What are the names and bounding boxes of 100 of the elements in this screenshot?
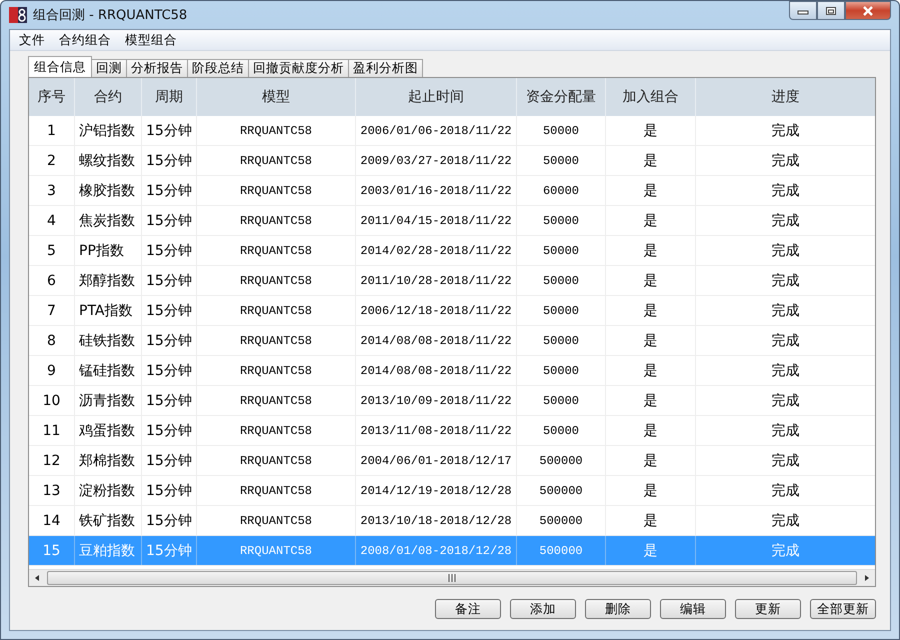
maximize-button[interactable] xyxy=(817,1,845,20)
tab[interactable]: 回撤贡献度分析 xyxy=(248,59,349,77)
table-row[interactable]: 8 硅铁指数 15分钟 RRQUANTC58 2014/08/08-2018/11/22 50000 是 完成 xyxy=(29,326,875,356)
column-header[interactable]: 合约 xyxy=(75,78,142,116)
table-cell: 50000 xyxy=(517,296,606,325)
column-header[interactable]: 资金分配量 xyxy=(517,78,606,116)
table-cell: 15分钟 xyxy=(142,296,197,325)
horizontal-scrollbar[interactable] xyxy=(29,569,875,586)
table-cell: 是 xyxy=(606,326,696,355)
table-cell: 铁矿指数 xyxy=(75,506,142,535)
table-cell: 15分钟 xyxy=(142,326,197,355)
table-cell: RRQUANTC58 xyxy=(197,146,356,175)
table-cell: 15分钟 xyxy=(142,446,197,475)
table-cell: 2003/01/16-2018/11/22 xyxy=(356,176,517,205)
table-cell: 完成 xyxy=(696,206,875,235)
table-row[interactable]: 1 沪铝指数 15分钟 RRQUANTC58 2006/01/06-2018/11/22 50000 是 完成 xyxy=(29,116,875,146)
table-cell: 15分钟 xyxy=(142,116,197,145)
table-cell: 2004/06/01-2018/12/17 xyxy=(356,446,517,475)
table-row[interactable]: 5 PP指数 15分钟 RRQUANTC58 2014/02/28-2018/11/22 50000 是 完成 xyxy=(29,236,875,266)
table-cell: 2006/12/18-2018/11/22 xyxy=(356,296,517,325)
table-cell: 是 xyxy=(606,416,696,445)
column-header[interactable]: 起止时间 xyxy=(356,78,517,116)
table-row[interactable]: 7 PTA指数 15分钟 RRQUANTC58 2006/12/18-2018/11/22 50000 是 完成 xyxy=(29,296,875,326)
table-cell: 豆粕指数 xyxy=(75,536,142,565)
table-row[interactable]: 12 郑棉指数 15分钟 RRQUANTC58 2004/06/01-2018/12/17 500000 是 完成 xyxy=(29,446,875,476)
scrollbar-thumb[interactable] xyxy=(47,571,857,585)
table-cell: 是 xyxy=(606,476,696,505)
tab[interactable]: 阶段总结 xyxy=(187,59,249,77)
column-header[interactable]: 周期 xyxy=(142,78,197,116)
grip-icon xyxy=(447,574,457,582)
menu-item[interactable]: 模型组合 xyxy=(118,32,184,48)
table-row[interactable]: 3 橡胶指数 15分钟 RRQUANTC58 2003/01/16-2018/11/22 60000 是 完成 xyxy=(29,176,875,206)
column-header[interactable]: 模型 xyxy=(197,78,356,116)
table-cell: 完成 xyxy=(696,146,875,175)
table-cell: 500000 xyxy=(517,536,606,565)
table-cell: 12 xyxy=(29,446,75,475)
table-cell: RRQUANTC58 xyxy=(197,476,356,505)
tab[interactable]: 回测 xyxy=(91,59,127,77)
column-header[interactable]: 加入组合 xyxy=(606,78,696,116)
table-cell: 15 xyxy=(29,536,75,565)
table-cell: 鸡蛋指数 xyxy=(75,416,142,445)
window-title: 组合回测 - RRQUANTC58 xyxy=(33,7,188,24)
table-cell: 15分钟 xyxy=(142,266,197,295)
tab[interactable]: 盈利分析图 xyxy=(348,59,423,77)
table-cell: RRQUANTC58 xyxy=(197,266,356,295)
table-cell: 是 xyxy=(606,146,696,175)
table-cell: 50000 xyxy=(517,416,606,445)
table-cell: 完成 xyxy=(696,266,875,295)
table-row[interactable]: 9 锰硅指数 15分钟 RRQUANTC58 2014/08/08-2018/11/22 50000 是 完成 xyxy=(29,356,875,386)
close-button[interactable] xyxy=(845,1,891,20)
action-button[interactable]: 更新 xyxy=(735,599,801,619)
table-cell: 郑棉指数 xyxy=(75,446,142,475)
table-cell: 2013/10/18-2018/12/28 xyxy=(356,506,517,535)
table-cell: 2013/11/08-2018/11/22 xyxy=(356,416,517,445)
table-cell: 15分钟 xyxy=(142,536,197,565)
table-row[interactable]: 2 螺纹指数 15分钟 RRQUANTC58 2009/03/27-2018/11/22 50000 是 完成 xyxy=(29,146,875,176)
action-button[interactable]: 删除 xyxy=(585,599,651,619)
table-cell: RRQUANTC58 xyxy=(197,326,356,355)
table-cell: 60000 xyxy=(517,176,606,205)
action-button[interactable]: 添加 xyxy=(510,599,576,619)
table-cell: 15分钟 xyxy=(142,176,197,205)
menu-item[interactable]: 文件 xyxy=(12,32,52,48)
table-cell: 4 xyxy=(29,206,75,235)
action-button[interactable]: 备注 xyxy=(435,599,501,619)
table-cell: RRQUANTC58 xyxy=(197,176,356,205)
table-cell: RRQUANTC58 xyxy=(197,446,356,475)
column-header[interactable]: 进度 xyxy=(696,78,875,116)
table-cell: 2 xyxy=(29,146,75,175)
table-cell: 11 xyxy=(29,416,75,445)
table-cell: 2014/08/08-2018/11/22 xyxy=(356,326,517,355)
table-cell: 沥青指数 xyxy=(75,386,142,415)
table-row[interactable]: 10 沥青指数 15分钟 RRQUANTC58 2013/10/09-2018/11/22 50000 是 完成 xyxy=(29,386,875,416)
table-cell: 焦炭指数 xyxy=(75,206,142,235)
action-button[interactable]: 编辑 xyxy=(660,599,726,619)
table-row[interactable]: 11 鸡蛋指数 15分钟 RRQUANTC58 2013/11/08-2018/11/22 50000 是 完成 xyxy=(29,416,875,446)
table-cell: RRQUANTC58 xyxy=(197,536,356,565)
table-row[interactable]: 13 淀粉指数 15分钟 RRQUANTC58 2014/12/19-2018/12/28 500000 是 完成 xyxy=(29,476,875,506)
menu-item[interactable]: 合约组合 xyxy=(52,32,118,48)
table-cell: 50000 xyxy=(517,386,606,415)
table-cell: 2014/02/28-2018/11/22 xyxy=(356,236,517,265)
table-row[interactable]: 6 郑醇指数 15分钟 RRQUANTC58 2011/10/28-2018/11/22 50000 是 完成 xyxy=(29,266,875,296)
app-icon xyxy=(9,7,27,23)
close-icon xyxy=(861,6,875,16)
action-button[interactable]: 全部更新 xyxy=(810,599,876,619)
table-row[interactable]: 4 焦炭指数 15分钟 RRQUANTC58 2011/04/15-2018/11/22 50000 是 完成 xyxy=(29,206,875,236)
table-cell: 14 xyxy=(29,506,75,535)
table-cell: 500000 xyxy=(517,476,606,505)
table-cell: 橡胶指数 xyxy=(75,176,142,205)
minimize-button[interactable] xyxy=(789,1,817,20)
table-cell: 2011/10/28-2018/11/22 xyxy=(356,266,517,295)
table-cell: 13 xyxy=(29,476,75,505)
table-cell: 50000 xyxy=(517,146,606,175)
table-cell: 完成 xyxy=(696,416,875,445)
table-cell: 完成 xyxy=(696,356,875,385)
column-header[interactable]: 序号 xyxy=(29,78,75,116)
table-cell: RRQUANTC58 xyxy=(197,116,356,145)
tab[interactable]: 组合信息 xyxy=(28,56,92,77)
tab[interactable]: 分析报告 xyxy=(126,59,188,77)
table-cell: 是 xyxy=(606,446,696,475)
table-cell: 15分钟 xyxy=(142,476,197,505)
